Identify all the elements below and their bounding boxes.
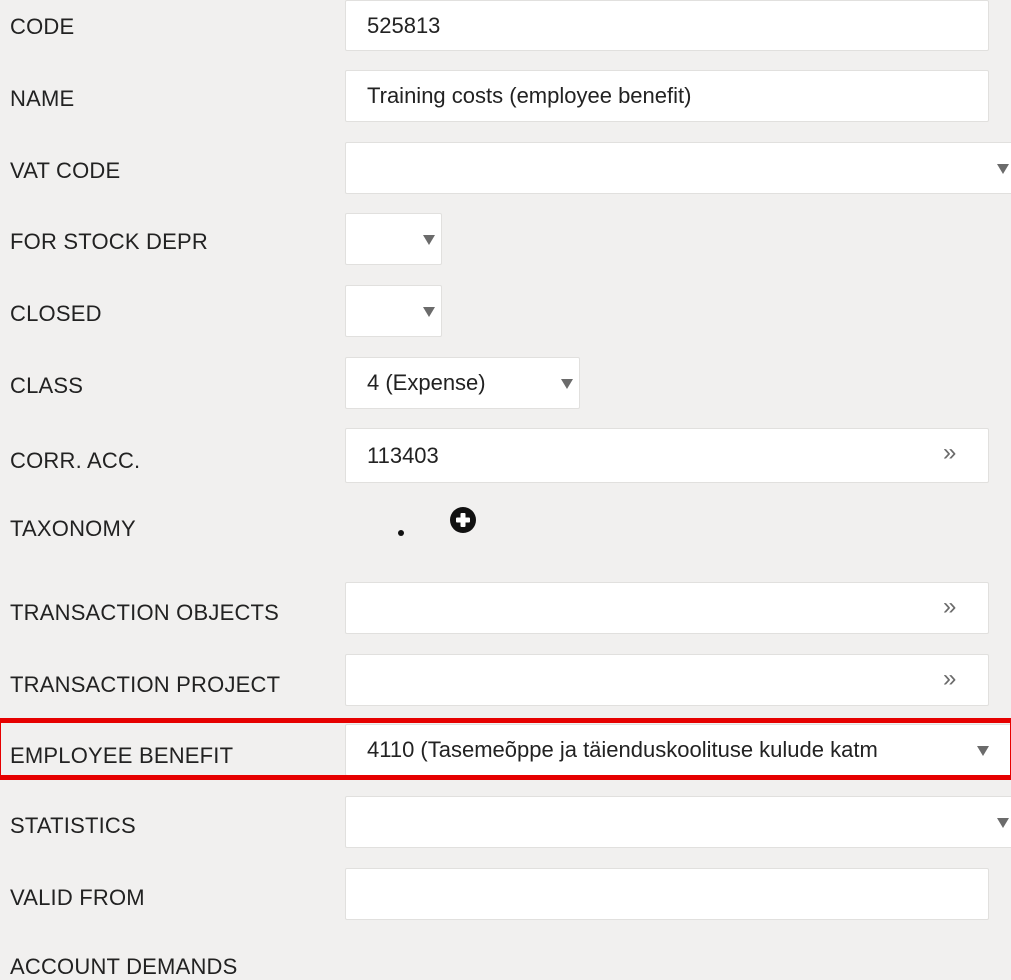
vat-code-select[interactable]: [345, 142, 1011, 194]
valid-from-input[interactable]: [345, 868, 989, 920]
name-input[interactable]: Training costs (employee benefit): [345, 70, 989, 122]
vat-code-label: VAT CODE: [10, 158, 121, 183]
corr-acc-input[interactable]: 113403 »: [345, 428, 989, 483]
account-demands-label: ACCOUNT DEMANDS: [10, 954, 238, 979]
name-value: Training costs (employee benefit): [367, 83, 692, 108]
employee-benefit-value: 4110 (Tasemeõppe ja täienduskoolituse ku…: [367, 737, 878, 762]
add-taxonomy-icon[interactable]: [449, 506, 477, 534]
code-input[interactable]: 525813: [345, 0, 989, 51]
valid-from-label: VALID FROM: [10, 885, 145, 910]
name-label: NAME: [10, 86, 75, 111]
class-value: 4 (Expense): [367, 370, 486, 395]
list-bullet: [398, 530, 404, 536]
chevron-down-icon: [561, 379, 573, 389]
chevron-down-icon: [423, 307, 435, 317]
taxonomy-label: TAXONOMY: [10, 516, 136, 541]
corr-acc-label: CORR. ACC.: [10, 448, 141, 473]
transaction-objects-label: TRANSACTION OBJECTS: [10, 600, 280, 625]
chevron-down-icon: [997, 164, 1009, 174]
corr-acc-value: 113403: [367, 442, 439, 468]
transaction-project-label: TRANSACTION PROJECT: [10, 672, 281, 697]
statistics-label: STATISTICS: [10, 813, 136, 838]
double-chevron-right-icon[interactable]: »: [943, 667, 956, 691]
double-chevron-right-icon[interactable]: »: [943, 595, 956, 619]
class-label: CLASS: [10, 373, 84, 398]
transaction-project-input[interactable]: »: [345, 654, 989, 706]
class-select[interactable]: 4 (Expense): [345, 357, 580, 409]
statistics-select[interactable]: [345, 796, 1011, 848]
for-stock-depr-label: FOR STOCK DEPR: [10, 229, 208, 254]
chevron-down-icon: [977, 746, 989, 756]
for-stock-depr-select[interactable]: [345, 213, 442, 265]
double-chevron-right-icon[interactable]: »: [943, 441, 956, 465]
closed-select[interactable]: [345, 285, 442, 337]
chevron-down-icon: [423, 235, 435, 245]
code-label: CODE: [10, 14, 75, 39]
closed-label: CLOSED: [10, 301, 102, 326]
transaction-objects-input[interactable]: »: [345, 582, 989, 634]
chevron-down-icon: [997, 818, 1009, 828]
code-value: 525813: [367, 12, 441, 38]
employee-benefit-select[interactable]: 4110 (Tasemeõppe ja täienduskoolituse ku…: [345, 724, 1011, 776]
employee-benefit-label: EMPLOYEE BENEFIT: [10, 743, 234, 768]
